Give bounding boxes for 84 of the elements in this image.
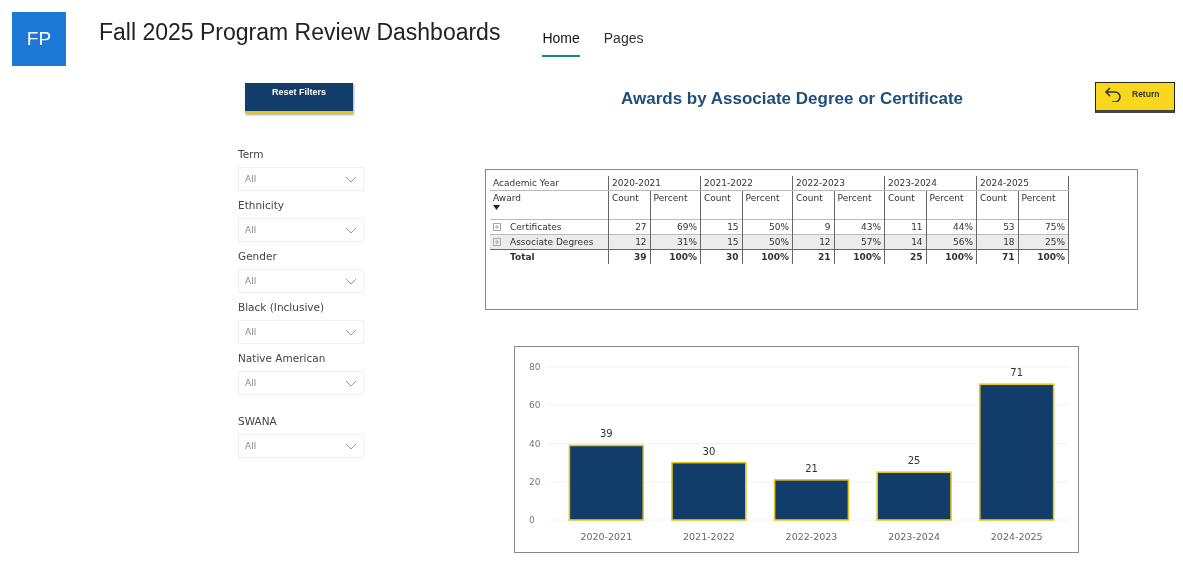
filter-label: Native American — [238, 352, 327, 364]
data-label: 71 — [1010, 367, 1024, 379]
table-header: Count — [976, 190, 1019, 220]
data-label: 39 — [599, 428, 613, 440]
filter-dropdown[interactable]: All — [238, 320, 364, 344]
table-header: Percent — [742, 190, 793, 220]
table-header: 2023-2024 — [884, 176, 977, 191]
axis-tick-label: 20 — [529, 476, 541, 487]
table-cell: 18 — [976, 234, 1019, 250]
chevron-down-icon — [345, 379, 357, 387]
table-header: 2022-2023 — [792, 176, 885, 191]
table-header: Percent — [926, 190, 977, 220]
filter-label: SWANA — [238, 415, 278, 427]
axis-tick-label: 60 — [529, 400, 541, 411]
axis-category-label: 2020-2021 — [580, 531, 633, 542]
table-cell: 14 — [884, 234, 927, 250]
table-cell: 100% — [834, 249, 885, 264]
nav-link[interactable]: Pages — [603, 28, 654, 57]
table-header: 2020-2021 — [608, 176, 701, 191]
nav-link[interactable]: Home — [542, 28, 580, 57]
filter-dropdown[interactable]: All — [238, 434, 364, 458]
table-cell: 31% — [650, 234, 701, 250]
table-header: Percent — [834, 190, 885, 220]
filter-dropdown[interactable]: All — [238, 167, 364, 191]
table-cell: 25 — [884, 249, 927, 264]
return-button[interactable]: Return — [1095, 82, 1175, 113]
data-label: 21 — [805, 462, 818, 474]
data-label: 25 — [907, 455, 921, 467]
chevron-down-icon — [345, 226, 357, 234]
table-header: Academic Year — [490, 176, 609, 191]
table-cell: 25% — [1018, 234, 1069, 250]
axis-category-label: 2023-2024 — [888, 531, 940, 542]
table-header: 2024-2025 — [976, 176, 1069, 191]
chevron-down-icon — [345, 175, 357, 183]
filter-dropdown[interactable]: All — [238, 269, 364, 293]
table-cell: 56% — [926, 234, 977, 250]
expand-icon[interactable] — [493, 223, 501, 231]
table-cell: 12 — [608, 234, 651, 250]
table-header: Percent — [1018, 190, 1069, 220]
chevron-down-icon — [345, 442, 357, 450]
axis-category-label: 2022-2023 — [785, 531, 838, 542]
table-cell: 21 — [792, 249, 835, 264]
site-logo: FP — [12, 12, 66, 66]
site-title: Fall 2025 Program Review Dashboards — [99, 19, 501, 46]
table-cell: 100% — [1018, 249, 1069, 264]
sort-caret-icon — [493, 205, 500, 210]
filter-dropdown[interactable]: All — [238, 371, 364, 395]
table-cell: 39 — [608, 249, 651, 264]
filter-dropdown[interactable]: All — [238, 218, 364, 242]
table-cell: Total — [510, 252, 535, 262]
axis-tick-label: 80 — [529, 362, 541, 372]
expand-icon[interactable] — [493, 238, 501, 246]
filter-label: Term — [238, 148, 265, 160]
axis-category-label: 2021-2022 — [683, 531, 735, 542]
axis-tick-label: 40 — [529, 438, 541, 449]
table-cell: Associate Degrees — [510, 237, 594, 247]
table-cell: 30 — [700, 249, 743, 264]
table-cell: 15 — [700, 234, 743, 250]
table-cell: 100% — [742, 249, 793, 264]
filter-label: Gender — [238, 250, 278, 262]
table-cell: Certificates — [510, 222, 562, 232]
data-label: 30 — [702, 445, 716, 457]
table-cell: 100% — [650, 249, 701, 264]
table-header: Count — [884, 190, 927, 220]
table-cell: 57% — [834, 234, 885, 250]
chevron-down-icon — [345, 328, 357, 336]
table-cell: 50% — [742, 234, 793, 250]
reset-filters-button[interactable]: Reset Filters — [245, 83, 353, 114]
table-header: Count — [608, 190, 651, 220]
axis-tick-label: 0 — [529, 515, 535, 525]
table-cell: 12 — [792, 234, 835, 250]
axis-category-label: 2024-2025 — [990, 531, 1043, 542]
table-cell: 71 — [976, 249, 1019, 264]
table-header: 2021-2022 — [700, 176, 793, 191]
table-header: Award — [490, 190, 609, 220]
table-header: Percent — [650, 190, 701, 220]
filter-label: Ethnicity — [238, 199, 285, 211]
table-header: Count — [792, 190, 835, 220]
undo-arrow-icon — [1104, 85, 1124, 102]
table-cell: 100% — [926, 249, 977, 264]
chevron-down-icon — [345, 277, 357, 285]
filter-label: Black (Inclusive) — [238, 301, 326, 313]
table-header: Count — [700, 190, 743, 220]
page-title: Awards by Associate Degree or Certificate — [621, 89, 964, 109]
